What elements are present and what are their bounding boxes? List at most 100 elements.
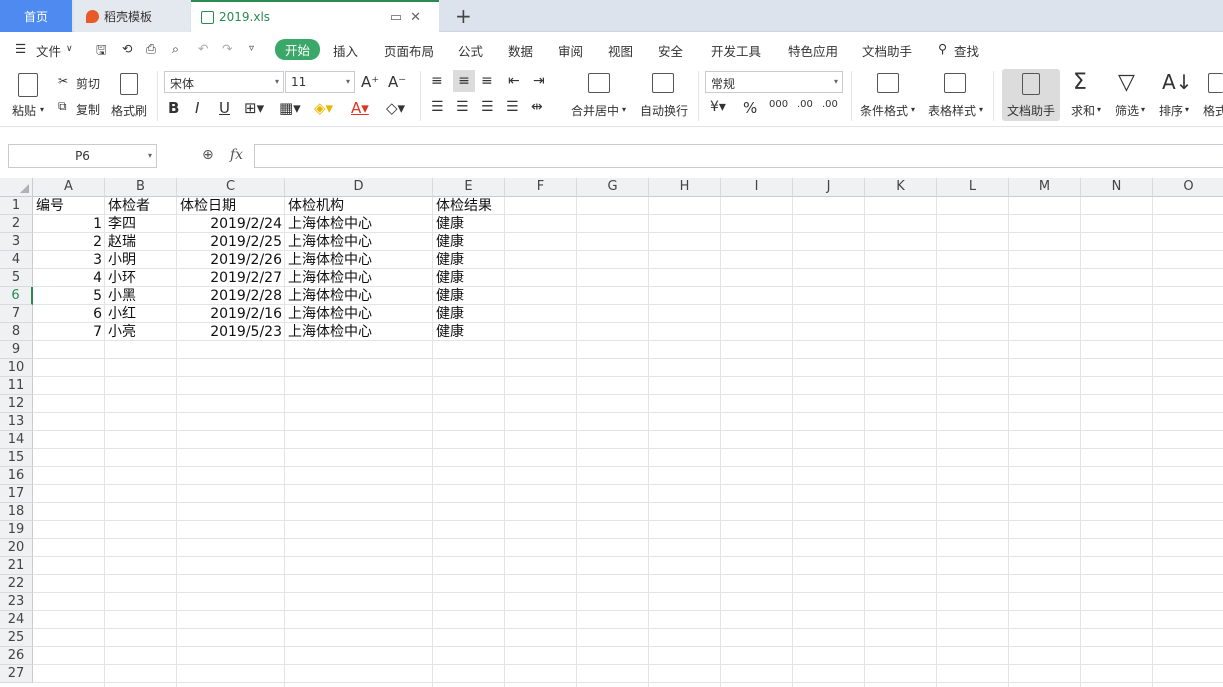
cell-E8[interactable]: 健康: [433, 323, 505, 341]
cell-B7[interactable]: 小红: [105, 305, 177, 323]
align-right-icon[interactable]: ☰: [481, 99, 494, 115]
cell-D4[interactable]: 上海体检中心: [285, 251, 433, 269]
percent-icon[interactable]: %: [743, 99, 757, 117]
cell-C7[interactable]: 2019/2/16: [177, 305, 285, 323]
row-header-7[interactable]: 7: [0, 305, 33, 323]
search-icon[interactable]: ⚲: [938, 41, 947, 56]
cell-B8[interactable]: 小亮: [105, 323, 177, 341]
align-center-icon[interactable]: ☰: [456, 99, 469, 115]
menu-page-layout[interactable]: 页面布局: [384, 41, 434, 60]
cell-A3[interactable]: 2: [33, 233, 105, 251]
bold-icon[interactable]: B: [168, 99, 179, 117]
cell-C3[interactable]: 2019/2/25: [177, 233, 285, 251]
cell-B3[interactable]: 赵瑞: [105, 233, 177, 251]
doc-helper-icon[interactable]: [1022, 73, 1040, 95]
cell-D1[interactable]: 体检机构: [285, 197, 433, 215]
cell-C1[interactable]: 体检日期: [177, 197, 285, 215]
cell-A6[interactable]: 5: [33, 287, 105, 305]
align-top-icon[interactable]: ≡: [431, 73, 443, 89]
align-bottom-icon[interactable]: ≡: [481, 73, 493, 89]
cell-C4[interactable]: 2019/2/26: [177, 251, 285, 269]
cell-C5[interactable]: 2019/2/27: [177, 269, 285, 287]
paste-button[interactable]: 粘贴: [12, 102, 36, 119]
row-header-3[interactable]: 3: [0, 233, 33, 251]
row-header-21[interactable]: 21: [0, 557, 33, 575]
distributed-icon[interactable]: ⇹: [531, 99, 543, 115]
format-painter-icon[interactable]: [120, 73, 138, 95]
sort-button[interactable]: 排序: [1159, 102, 1183, 119]
row-header-15[interactable]: 15: [0, 449, 33, 467]
chevron-down-icon[interactable]: ∨: [66, 44, 73, 54]
cell-D2[interactable]: 上海体检中心: [285, 215, 433, 233]
column-header-B[interactable]: B: [105, 178, 177, 197]
paste-dropdown-icon[interactable]: ▾: [40, 105, 44, 114]
fill-color-icon[interactable]: ◈▾: [314, 99, 333, 117]
row-header-23[interactable]: 23: [0, 593, 33, 611]
quick-access-more-icon[interactable]: ▿: [249, 43, 254, 54]
format-button[interactable]: 格式: [1203, 102, 1223, 119]
row-header-6[interactable]: 6: [0, 287, 33, 305]
column-header-O[interactable]: O: [1153, 178, 1223, 197]
column-header-A[interactable]: A: [33, 178, 105, 197]
cell-A5[interactable]: 4: [33, 269, 105, 287]
merge-center-icon[interactable]: [588, 73, 610, 93]
cell-D3[interactable]: 上海体检中心: [285, 233, 433, 251]
new-tab-button[interactable]: +: [455, 4, 472, 28]
currency-icon[interactable]: ¥▾: [710, 99, 726, 115]
row-header-26[interactable]: 26: [0, 647, 33, 665]
sum-button[interactable]: 求和: [1071, 102, 1095, 119]
decrease-indent-icon[interactable]: ⇤: [508, 73, 520, 89]
row-header-16[interactable]: 16: [0, 467, 33, 485]
cell-D5[interactable]: 上海体检中心: [285, 269, 433, 287]
copy-icon[interactable]: ⧉: [58, 99, 67, 114]
print-icon[interactable]: ⎙: [146, 41, 156, 57]
cell-B1[interactable]: 体检者: [105, 197, 177, 215]
increase-decimal-icon[interactable]: .00: [797, 99, 813, 110]
save-icon[interactable]: 🖫: [96, 41, 107, 62]
number-format-select[interactable]: 常规 ▾: [705, 71, 843, 93]
column-header-H[interactable]: H: [649, 178, 721, 197]
doc-helper-button[interactable]: 文档助手: [1007, 102, 1055, 119]
cell-E5[interactable]: 健康: [433, 269, 505, 287]
cell-D6[interactable]: 上海体检中心: [285, 287, 433, 305]
row-header-10[interactable]: 10: [0, 359, 33, 377]
menu-view[interactable]: 视图: [608, 41, 633, 60]
cell-E4[interactable]: 健康: [433, 251, 505, 269]
cell-C8[interactable]: 2019/5/23: [177, 323, 285, 341]
row-header-25[interactable]: 25: [0, 629, 33, 647]
italic-icon[interactable]: I: [195, 99, 199, 117]
column-header-F[interactable]: F: [505, 178, 577, 197]
increase-font-icon[interactable]: A⁺: [361, 73, 379, 91]
justify-icon[interactable]: ☰: [506, 99, 519, 115]
menu-start[interactable]: 开始: [275, 39, 321, 60]
menu-review[interactable]: 审阅: [558, 41, 583, 60]
row-header-2[interactable]: 2: [0, 215, 33, 233]
undo-icon[interactable]: ↶: [198, 41, 208, 56]
cell-A8[interactable]: 7: [33, 323, 105, 341]
row-header-1[interactable]: 1: [0, 197, 33, 215]
row-header-18[interactable]: 18: [0, 503, 33, 521]
auto-wrap-icon[interactable]: [652, 73, 674, 93]
row-header-17[interactable]: 17: [0, 485, 33, 503]
column-header-N[interactable]: N: [1081, 178, 1153, 197]
copy-button[interactable]: 复制: [76, 101, 100, 118]
zoom-formula-icon[interactable]: ⊕: [202, 147, 214, 163]
cut-button[interactable]: 剪切: [76, 75, 100, 92]
tab-template[interactable]: 稻壳模板: [74, 0, 190, 32]
row-header-12[interactable]: 12: [0, 395, 33, 413]
filter-button[interactable]: 筛选: [1115, 102, 1139, 119]
format-painter-button[interactable]: 格式刷: [111, 102, 147, 119]
row-header-24[interactable]: 24: [0, 611, 33, 629]
cell-C2[interactable]: 2019/2/24: [177, 215, 285, 233]
tab-home[interactable]: 首页: [0, 0, 72, 32]
format-icon[interactable]: [1208, 73, 1223, 93]
row-header-4[interactable]: 4: [0, 251, 33, 269]
increase-indent-icon[interactable]: ⇥: [533, 73, 545, 89]
chevron-down-icon[interactable]: ▾: [1185, 105, 1189, 114]
row-header-5[interactable]: 5: [0, 269, 33, 287]
fx-button[interactable]: fx: [230, 147, 243, 163]
table-style-button[interactable]: 表格样式: [928, 102, 976, 119]
conditional-format-icon[interactable]: [877, 73, 899, 93]
redo-icon[interactable]: ↷: [222, 41, 232, 56]
cell-C6[interactable]: 2019/2/28: [177, 287, 285, 305]
